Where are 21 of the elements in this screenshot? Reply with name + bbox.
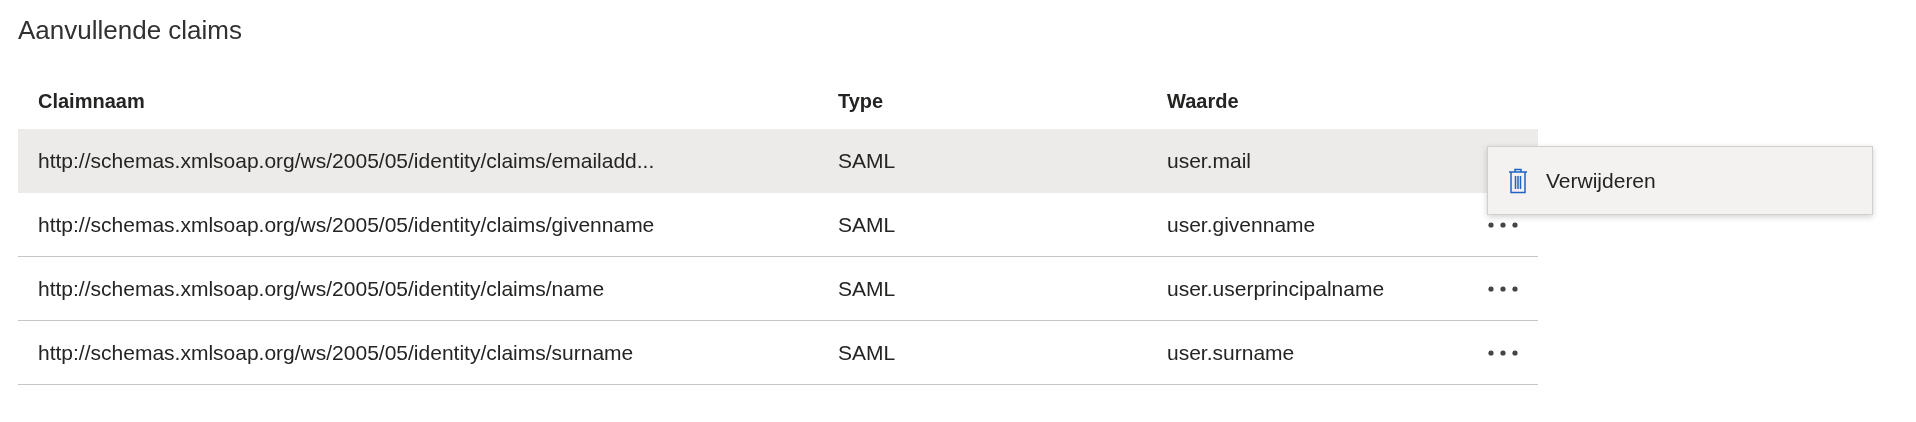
table-cell: user.givenname: [1167, 212, 1316, 236]
more-icon: [1488, 285, 1518, 292]
table-cell: user.userprincipalname: [1167, 276, 1385, 300]
table-cell: SAML: [838, 276, 896, 300]
section-title: Aanvullende claims: [18, 14, 243, 47]
table-cell: SAML: [838, 148, 896, 172]
more-icon: [1488, 221, 1518, 228]
table-cell: user.mail: [1167, 148, 1252, 172]
column-header: Waarde: [1167, 89, 1239, 112]
table-cell: user.surname: [1167, 340, 1295, 364]
table-cell: SAML: [838, 340, 896, 364]
table-cell: http://schemas.xmlsoap.org/ws/2005/05/identity/claims/name: [38, 276, 605, 300]
selected-row[interactable]: http://schemas.xmlsoap.org/ws/2005/05/identity/claims/emailadd... SAML user.mail: [18, 129, 1538, 193]
table-cell: http://schemas.xmlsoap.org/ws/2005/05/identity/claims/surname: [38, 340, 634, 364]
table-cell: SAML: [838, 212, 896, 236]
column-header: Claimnaam: [38, 89, 145, 112]
table-cell: http://schemas.xmlsoap.org/ws/2005/05/identity/claims/givenname: [38, 212, 655, 236]
column-header: Type: [838, 89, 884, 112]
more-icon: [1488, 349, 1518, 356]
table-cell: http://schemas.xmlsoap.org/ws/2005/05/identity/claims/emailadd...: [38, 148, 655, 172]
trash-icon: [1508, 167, 1528, 194]
